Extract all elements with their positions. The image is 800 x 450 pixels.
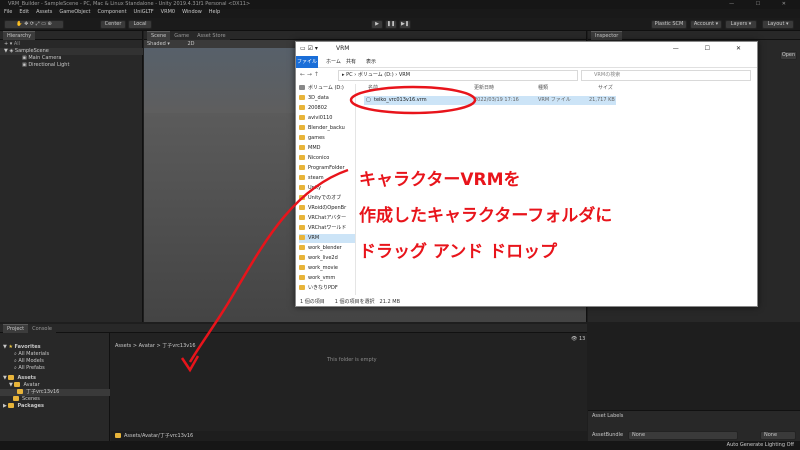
annotation-line3: ドラッグ アンド ドロップ bbox=[359, 242, 558, 262]
file-highlight-circle bbox=[349, 85, 477, 115]
drag-arrow-line bbox=[188, 168, 349, 363]
drag-arrow-head bbox=[180, 355, 200, 373]
annotation-line1: キャラクターVRMを bbox=[359, 170, 521, 190]
annotation-line2: 作成したキャラクターフォルダに bbox=[359, 206, 613, 226]
